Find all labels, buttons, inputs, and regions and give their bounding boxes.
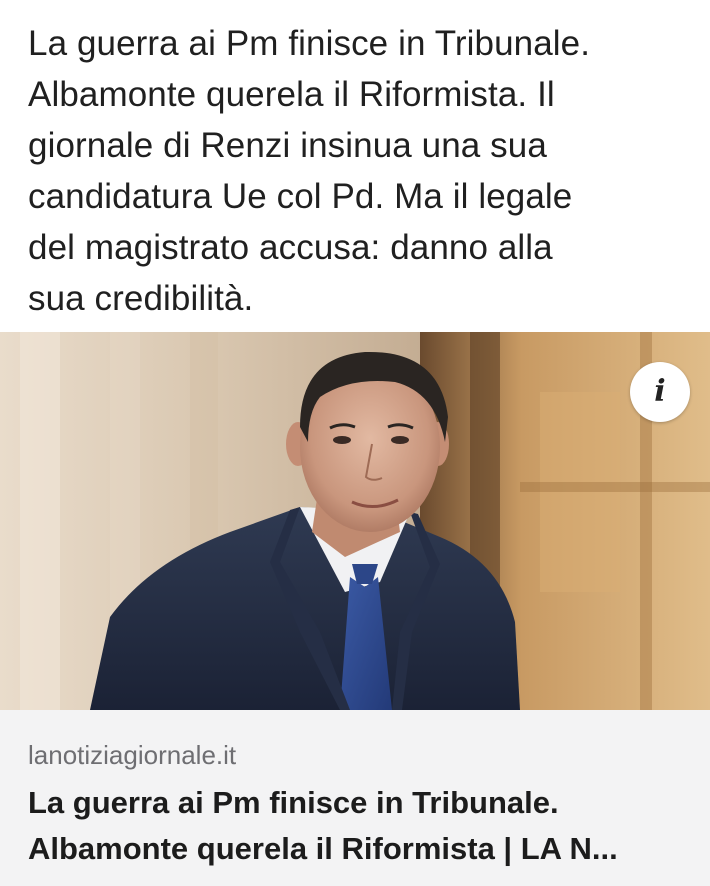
post-text-line: sua credibilità. [28, 279, 254, 318]
link-title[interactable]: La guerra ai Pm finisce in Tribunale. Al… [28, 780, 688, 872]
post-text-line: Albamonte querela il Riformista. Il [28, 75, 555, 114]
post-text-line: giornale di Renzi insinua una sua [28, 126, 547, 165]
link-title-line: Albamonte querela il Riformista | LA N..… [28, 831, 618, 866]
link-preview-image[interactable]: i [0, 332, 710, 710]
post-text-line: candidatura Ue col Pd. Ma il legale [28, 177, 573, 216]
link-domain: lanotiziagiornale.it [28, 740, 237, 770]
portrait-photo [0, 332, 710, 710]
link-preview-card[interactable]: i lanotiziagiornale.it La guerra ai Pm f… [0, 332, 710, 886]
info-button[interactable]: i [630, 362, 690, 422]
info-icon: i [654, 374, 666, 409]
post-text-line: del magistrato accusa: danno alla [28, 228, 553, 267]
post-text-line: La guerra ai Pm finisce in Tribunale. [28, 24, 591, 63]
link-title-line: La guerra ai Pm finisce in Tribunale. [28, 785, 559, 820]
link-preview-meta[interactable]: lanotiziagiornale.it La guerra ai Pm fin… [0, 710, 710, 886]
post-text: La guerra ai Pm finisce in Tribunale. Al… [28, 18, 688, 324]
